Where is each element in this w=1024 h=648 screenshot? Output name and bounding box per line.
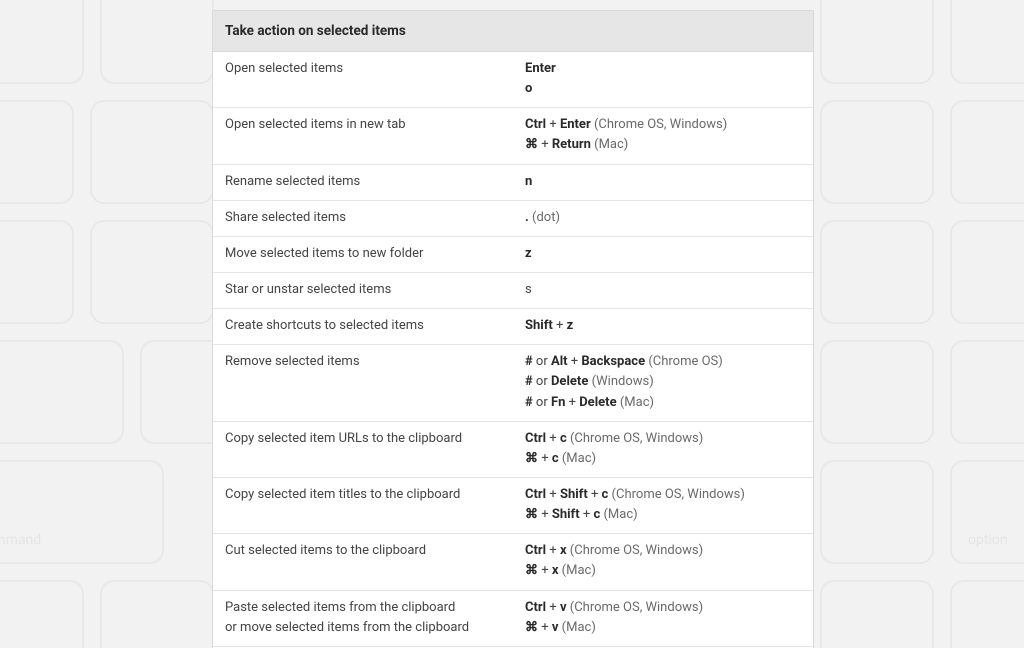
shortcut-cell: z bbox=[513, 236, 813, 272]
table-row: Share selected items. (dot) bbox=[213, 200, 813, 236]
table-row: Create shortcuts to selected itemsShift … bbox=[213, 309, 813, 345]
action-cell: Copy selected item URLs to the clipboard bbox=[213, 421, 513, 477]
action-cell: Cut selected items to the clipboard bbox=[213, 534, 513, 590]
action-cell: Share selected items bbox=[213, 200, 513, 236]
table-row: Rename selected itemsn bbox=[213, 164, 813, 200]
action-cell: Rename selected items bbox=[213, 164, 513, 200]
shortcut-cell: Shift + z bbox=[513, 309, 813, 345]
shortcut-cell: Ctrl + Enter (Chrome OS, Windows)⌘ + Ret… bbox=[513, 108, 813, 164]
table-row: Cut selected items to the clipboardCtrl … bbox=[213, 534, 813, 590]
action-cell: Open selected items bbox=[213, 52, 513, 108]
action-cell: Star or unstar selected items bbox=[213, 272, 513, 308]
bg-key-label: command bbox=[0, 532, 41, 548]
shortcut-cell: Ctrl + x (Chrome OS, Windows)⌘ + x (Mac) bbox=[513, 534, 813, 590]
shortcut-cell: . (dot) bbox=[513, 200, 813, 236]
table-header: Take action on selected items bbox=[213, 11, 813, 52]
action-cell: Move selected items to new folder bbox=[213, 236, 513, 272]
shortcuts-table: Take action on selected items Open selec… bbox=[213, 11, 813, 648]
bg-key-label: option bbox=[968, 532, 1008, 548]
table-row: Paste selected items from the clipboardo… bbox=[213, 590, 813, 646]
shortcut-cell: n bbox=[513, 164, 813, 200]
table-row: Open selected items in new tabCtrl + Ent… bbox=[213, 108, 813, 164]
shortcut-cell: Ctrl + c (Chrome OS, Windows)⌘ + c (Mac) bbox=[513, 421, 813, 477]
action-cell: Open selected items in new tab bbox=[213, 108, 513, 164]
table-row: Copy selected item titles to the clipboa… bbox=[213, 477, 813, 533]
action-cell: Copy selected item titles to the clipboa… bbox=[213, 477, 513, 533]
action-cell: Paste selected items from the clipboardo… bbox=[213, 590, 513, 646]
action-cell: Create shortcuts to selected items bbox=[213, 309, 513, 345]
action-cell: Remove selected items bbox=[213, 345, 513, 421]
table-row: Move selected items to new folderz bbox=[213, 236, 813, 272]
shortcut-cell: Entero bbox=[513, 52, 813, 108]
table-row: Copy selected item URLs to the clipboard… bbox=[213, 421, 813, 477]
table-row: Star or unstar selected itemss bbox=[213, 272, 813, 308]
shortcut-cell: s bbox=[513, 272, 813, 308]
table-row: Open selected itemsEntero bbox=[213, 52, 813, 108]
shortcuts-table-card: Take action on selected items Open selec… bbox=[212, 10, 814, 648]
shortcut-cell: Ctrl + v (Chrome OS, Windows)⌘ + v (Mac) bbox=[513, 590, 813, 646]
table-row: Remove selected items# or Alt + Backspac… bbox=[213, 345, 813, 421]
shortcut-cell: # or Alt + Backspace (Chrome OS)# or Del… bbox=[513, 345, 813, 421]
shortcut-cell: Ctrl + Shift + c (Chrome OS, Windows)⌘ +… bbox=[513, 477, 813, 533]
